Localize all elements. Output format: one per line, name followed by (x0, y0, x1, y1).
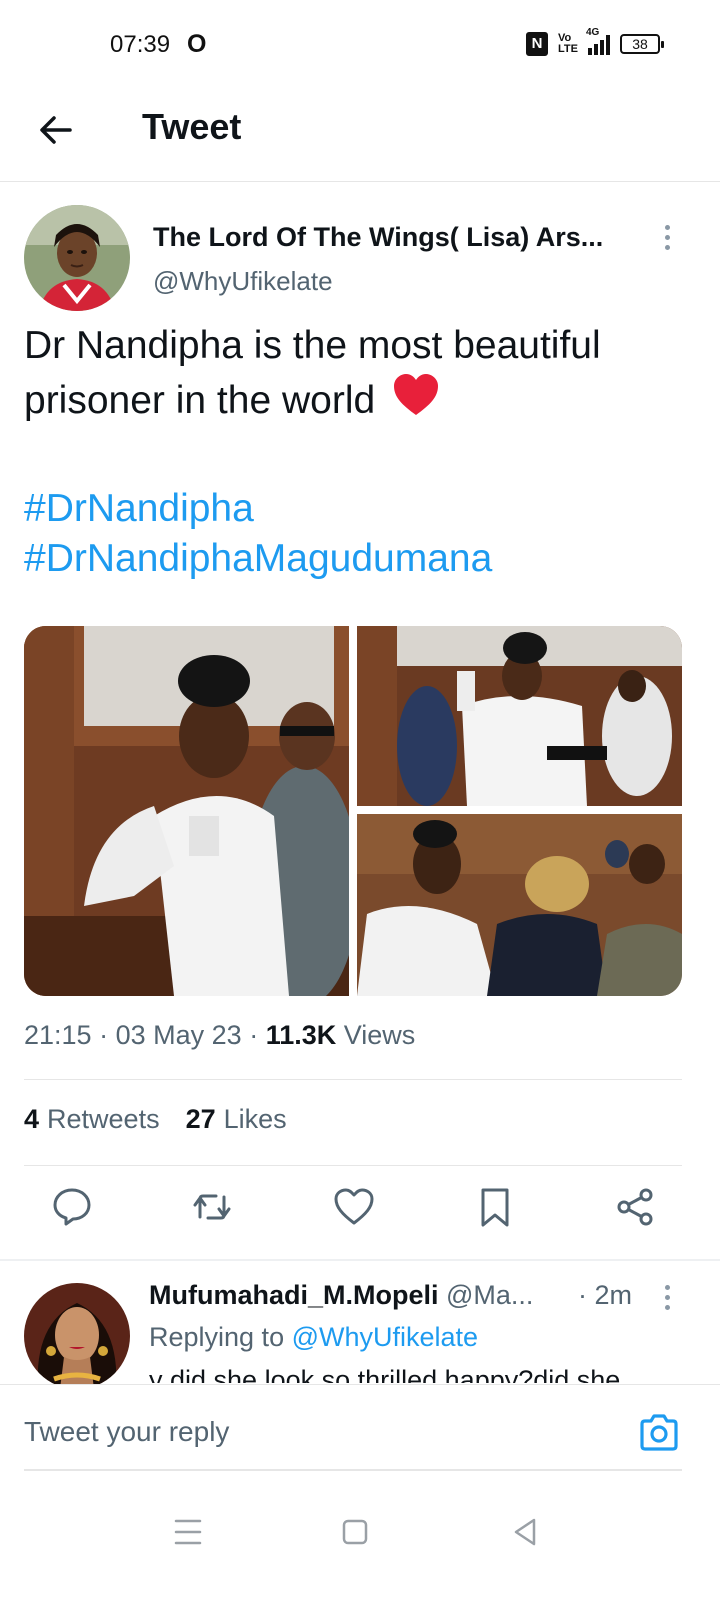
notification-icon: O (187, 30, 207, 58)
camera-icon (640, 1414, 678, 1451)
author-avatar[interactable] (24, 205, 130, 311)
more-vertical-icon (658, 1285, 676, 1310)
replying-to-handle[interactable]: @WhyUfikelate (292, 1322, 478, 1352)
retweet-icon (193, 1194, 231, 1220)
reply-header: Mufumahadi_M.Mopeli @Ma... (149, 1280, 533, 1311)
tweet-text-content: Dr Nandipha is the most beautiful prison… (24, 324, 601, 422)
home-button[interactable] (335, 1512, 375, 1552)
status-bar: 07:39 O N Vo LTE 4G 38 (0, 0, 720, 90)
tweet-meta: 21:15 · 03 May 23 · 11.3K Views (24, 1020, 416, 1050)
tweet-text: Dr Nandipha is the most beautiful prison… (24, 318, 694, 432)
divider (24, 1079, 682, 1080)
system-nav-bar (0, 1490, 720, 1600)
tweet-actions (0, 1185, 720, 1241)
tweet-date: 03 May 23 (115, 1020, 242, 1050)
top-app-bar: Tweet (0, 90, 720, 182)
views-count: 11.3K (265, 1020, 337, 1050)
hashtag-link[interactable]: #DrNandiphaMagudumana (24, 534, 492, 584)
reply-icon (53, 1188, 91, 1226)
status-icons: N Vo LTE 4G 38 (526, 27, 664, 56)
reply-author-name[interactable]: Mufumahadi_M.Mopeli (149, 1280, 439, 1310)
like-button[interactable] (332, 1185, 376, 1229)
divider (24, 1165, 682, 1166)
views-label: Views (343, 1020, 416, 1050)
reply-text: y did she look so thrilled happy?did she (149, 1365, 621, 1383)
retweets-count: 4 (24, 1104, 40, 1134)
media-photo[interactable] (357, 814, 682, 996)
page-title: Tweet (142, 106, 242, 147)
author-name[interactable]: The Lord Of The Wings( Lisa) Ars... (153, 222, 603, 253)
hashtag-link[interactable]: #DrNandipha (24, 484, 492, 534)
reply-author-handle[interactable]: @Ma... (446, 1280, 533, 1310)
bookmark-icon (481, 1188, 509, 1227)
reply-author-avatar[interactable] (24, 1283, 130, 1389)
author-handle[interactable]: @WhyUfikelate (153, 266, 333, 297)
signal-icon: 4G (586, 27, 610, 55)
reply-text-container: y did she look so thrilled happy?did she (149, 1365, 679, 1383)
retweet-button[interactable] (190, 1185, 234, 1229)
volte-icon: Vo LTE (558, 32, 578, 55)
retweets-label: Retweets (47, 1104, 160, 1134)
reply-more-options-button[interactable] (658, 1282, 676, 1314)
back-button[interactable] (36, 110, 76, 150)
triangle-back-icon (514, 1518, 536, 1546)
hashtags: #DrNandipha #DrNandiphaMagudumana (24, 484, 492, 584)
like-icon (334, 1188, 374, 1225)
bookmark-button[interactable] (473, 1185, 517, 1229)
replying-to: Replying to @WhyUfikelate (149, 1322, 478, 1353)
more-vertical-icon (658, 225, 676, 250)
arrow-left-icon (40, 116, 72, 144)
likes-count: 27 (185, 1104, 216, 1134)
tweet-stats: 4 Retweets 27 Likes (24, 1104, 287, 1135)
reply-input-underline (24, 1469, 682, 1471)
divider (0, 1259, 720, 1261)
back-nav-button[interactable] (505, 1512, 545, 1552)
menu-button[interactable] (168, 1512, 208, 1552)
status-time: 07:39 (110, 31, 171, 58)
reply-button[interactable] (50, 1185, 94, 1229)
tweet-time: 21:15 (24, 1020, 92, 1050)
square-icon (342, 1519, 368, 1545)
network-type: 4G (586, 27, 600, 38)
nfc-icon: N (526, 32, 549, 56)
more-options-button[interactable] (658, 222, 676, 254)
reply-timestamp: · 2m (578, 1280, 632, 1310)
likes-label: Likes (223, 1104, 287, 1134)
tweet-media-grid (24, 626, 682, 996)
camera-button[interactable] (638, 1413, 680, 1453)
likes-stat[interactable]: 27 Likes (186, 1104, 287, 1135)
menu-icon (174, 1519, 202, 1545)
share-button[interactable] (614, 1185, 658, 1229)
media-photo[interactable] (24, 626, 349, 996)
retweets-stat[interactable]: 4 Retweets (24, 1104, 160, 1135)
media-photo[interactable] (357, 626, 682, 806)
battery-icon: 38 (620, 34, 664, 54)
replying-to-label: Replying to (149, 1322, 285, 1352)
share-icon (617, 1188, 653, 1226)
reply-input[interactable]: Tweet your reply (24, 1416, 229, 1448)
red-heart-icon (392, 373, 440, 432)
